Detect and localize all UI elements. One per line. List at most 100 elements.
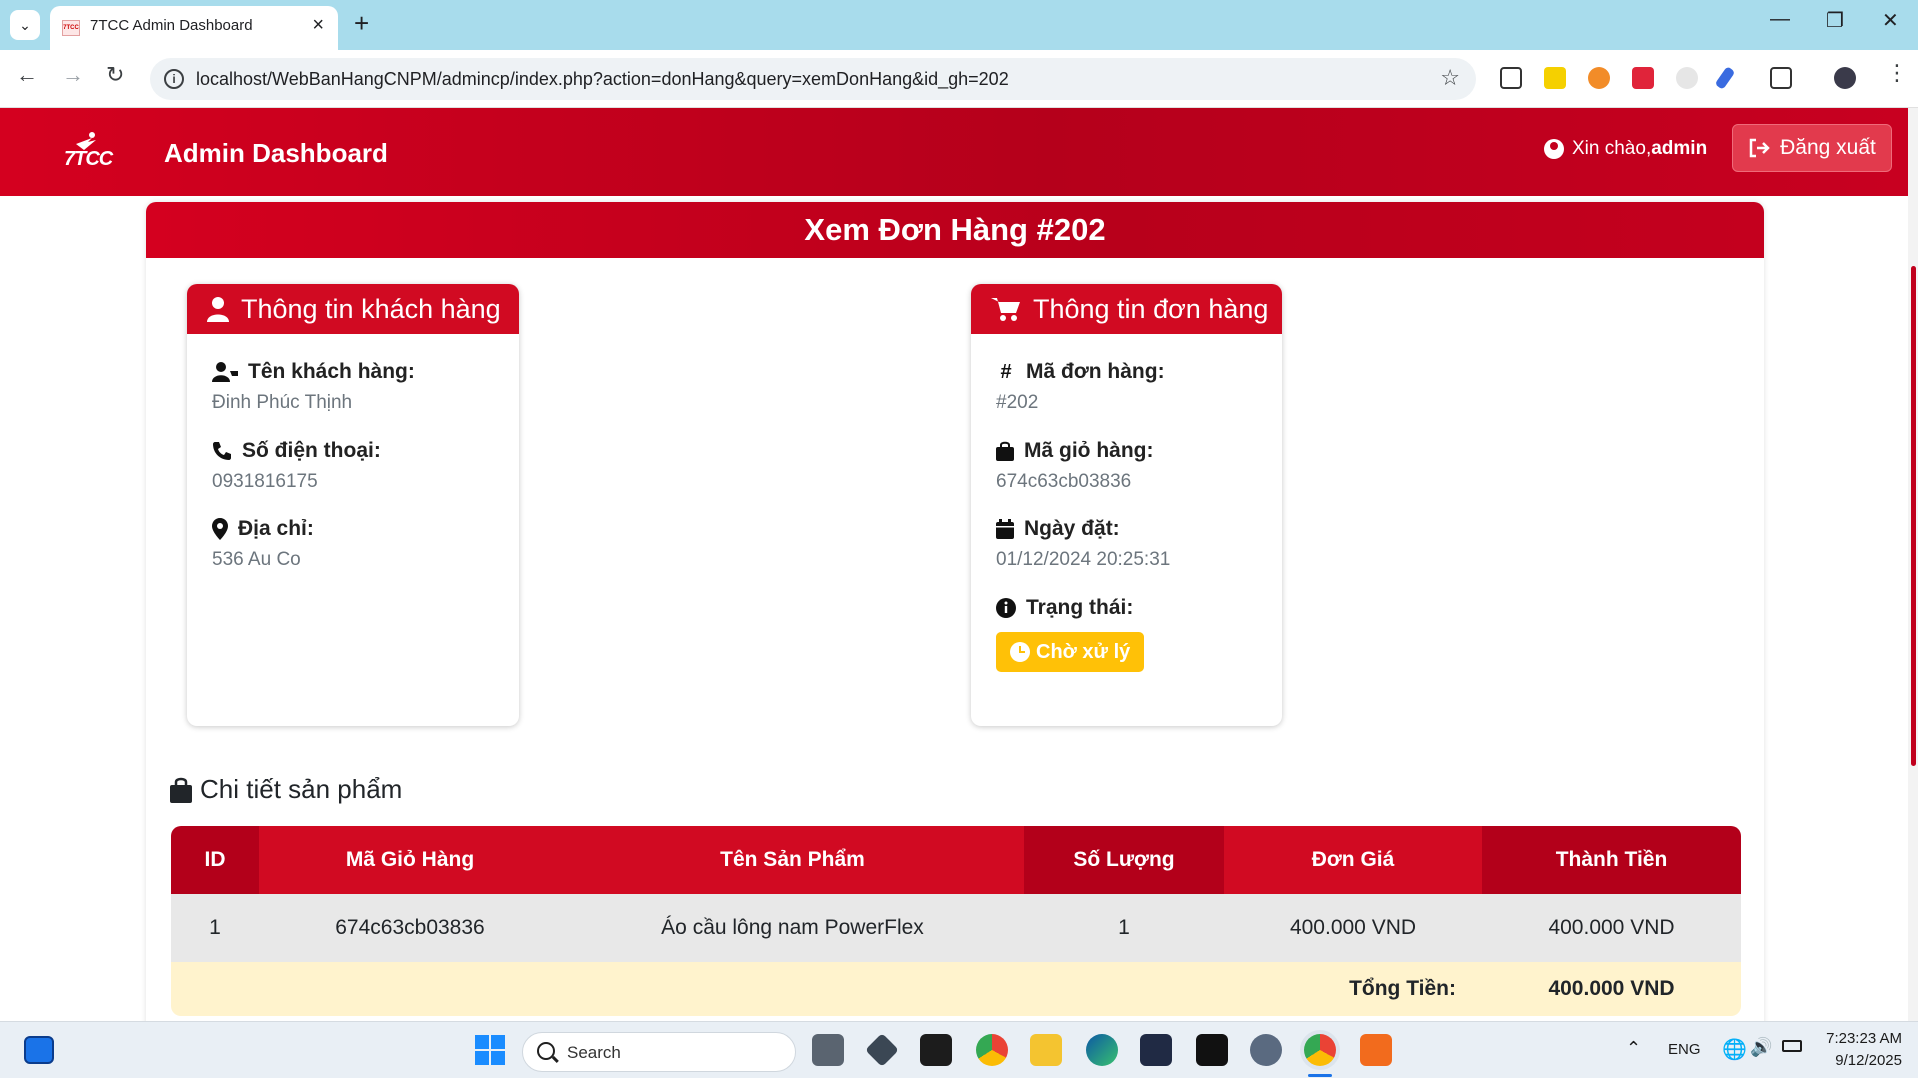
order-id-value: #202 [996, 392, 1039, 413]
windows-start-icon[interactable] [474, 1034, 506, 1066]
shopping-bag-icon [996, 441, 1014, 461]
devtools-app-icon[interactable] [865, 1033, 899, 1067]
metamask-extension-icon[interactable] [1588, 67, 1610, 89]
volume-icon[interactable]: 🔊 [1750, 1037, 1772, 1058]
wordpress-app-icon[interactable] [1140, 1034, 1172, 1066]
customer-name-field: Tên khách hàng: Đinh Phúc Thịnh [212, 360, 415, 414]
customer-name-label: Tên khách hàng: [248, 360, 415, 383]
table-header-row: ID Mã Giỏ Hàng Tên Sản Phẩm Số Lượng Đơn… [171, 826, 1741, 894]
customer-phone-field: Số điện thoại: 0931816175 [212, 439, 381, 493]
task-view-icon[interactable] [812, 1034, 844, 1066]
cell-subtotal: 400.000 VND [1482, 894, 1741, 962]
xampp-app-icon[interactable] [1360, 1034, 1392, 1066]
brand-logo-text: 7TCC [64, 148, 113, 170]
qr-extension-icon[interactable] [1500, 67, 1522, 89]
profile-avatar-icon[interactable] [1834, 67, 1856, 89]
browser-menu-icon[interactable]: ⋮ [1886, 60, 1908, 86]
chrome-app-icon[interactable] [976, 1034, 1008, 1066]
cell-quantity: 1 [1024, 894, 1224, 962]
customer-address-value: 536 Au Co [212, 549, 301, 570]
brand-title[interactable]: Admin Dashboard [164, 138, 388, 169]
widgets-icon[interactable] [24, 1036, 54, 1064]
user-greeting: Xin chào, admin [1544, 138, 1707, 160]
extensions-puzzle-icon[interactable] [1770, 67, 1792, 89]
edge-app-icon[interactable] [1086, 1034, 1118, 1066]
total-label: Tổng Tiền: [171, 962, 1482, 1016]
column-header-id[interactable]: ID [171, 826, 259, 894]
status-badge: Chờ xử lý [996, 632, 1145, 672]
chrome-active-app-icon[interactable] [1304, 1034, 1336, 1066]
logout-button[interactable]: Đăng xuất [1732, 124, 1892, 172]
tab-search-button[interactable]: ⌄ [10, 10, 40, 40]
browser-toolbar: ← → ↻ i localhost/WebBanHangCNPM/admincp… [0, 50, 1918, 108]
cell-id: 1 [171, 894, 259, 962]
hashtag-icon: # [1000, 361, 1012, 383]
app-header: 7TCC Admin Dashboard Xin chào, admin Đăng… [0, 108, 1908, 196]
order-cart-value: 674c63cb03836 [996, 471, 1132, 492]
restore-icon[interactable]: ❐ [1826, 8, 1844, 33]
network-globe-icon[interactable]: 🌐 [1722, 1037, 1747, 1062]
cursor-app-icon[interactable] [1196, 1034, 1228, 1066]
reload-icon[interactable]: ↻ [106, 62, 124, 88]
close-window-icon[interactable]: ✕ [1882, 8, 1899, 33]
customer-address-label: Địa chỉ: [238, 517, 314, 540]
cell-unit-price: 400.000 VND [1224, 894, 1482, 962]
battery-icon[interactable] [1782, 1040, 1802, 1052]
forward-icon[interactable]: → [62, 62, 84, 88]
order-info-card: Thông tin đơn hàng # Mã đơn hàng: #202 M… [971, 284, 1282, 726]
total-value: 400.000 VND [1482, 962, 1741, 1016]
cell-cart-code: 674c63cb03836 [259, 894, 561, 962]
file-explorer-icon[interactable] [1030, 1034, 1062, 1066]
new-tab-icon[interactable]: + [354, 8, 369, 39]
url-text[interactable]: localhost/WebBanHangCNPM/admincp/index.p… [196, 69, 1009, 90]
order-status-label: Trạng thái: [1026, 596, 1134, 619]
logout-label: Đăng xuất [1780, 136, 1876, 159]
order-date-label: Ngày đặt: [1024, 517, 1120, 540]
extension-pen-icon[interactable] [1714, 66, 1736, 90]
tray-overflow-chevron-icon[interactable]: ⌃ [1626, 1038, 1641, 1059]
terminal-app-icon[interactable] [920, 1034, 952, 1066]
back-icon[interactable]: ← [16, 62, 38, 88]
sign-out-icon [1749, 138, 1770, 158]
clock-date[interactable]: 9/12/2025 [1818, 1052, 1902, 1069]
taskbar-search-placeholder: Search [567, 1043, 621, 1062]
extension-s-icon[interactable] [1544, 67, 1566, 89]
chevron-down-icon: ⌄ [19, 16, 31, 33]
customer-phone-label: Số điện thoại: [242, 439, 381, 462]
clock-icon [1010, 642, 1030, 662]
column-header-product-name[interactable]: Tên Sản Phẩm [561, 826, 1024, 894]
extension-lock-icon[interactable] [1632, 67, 1654, 89]
column-header-subtotal[interactable]: Thành Tiền [1482, 826, 1741, 894]
cell-product-name: Áo cầu lông nam PowerFlex [561, 894, 1024, 962]
browser-tab-active[interactable]: 7TCC 7TCC Admin Dashboard × [50, 6, 338, 50]
order-info-title: Thông tin đơn hàng [1033, 293, 1269, 324]
column-header-unit-price[interactable]: Đơn Giá [1224, 826, 1482, 894]
user-icon [207, 297, 229, 322]
order-id-label: Mã đơn hàng: [1026, 360, 1165, 383]
address-bar[interactable]: i localhost/WebBanHangCNPM/admincp/index… [150, 58, 1476, 100]
clock-time[interactable]: 7:23:23 AM [1818, 1030, 1902, 1047]
status-badge-text: Chờ xử lý [1036, 640, 1131, 663]
user-circle-icon [1544, 139, 1564, 159]
order-cart-label: Mã giỏ hàng: [1024, 439, 1154, 462]
calendar-icon [996, 519, 1014, 539]
minimize-icon[interactable]: — [1770, 8, 1790, 31]
column-header-quantity[interactable]: Số Lượng [1024, 826, 1224, 894]
table-row: 1 674c63cb03836 Áo cầu lông nam PowerFle… [171, 894, 1741, 962]
tab-title: 7TCC Admin Dashboard [90, 17, 253, 34]
order-detail-card: Xem Đơn Hàng #202 Thông tin khách hàng T… [146, 202, 1764, 1032]
extension-gear-icon[interactable] [1676, 67, 1698, 89]
page-scrollbar-thumb[interactable] [1911, 266, 1916, 766]
site-info-icon[interactable]: i [164, 69, 184, 89]
customer-name-value: Đinh Phúc Thịnh [212, 392, 353, 413]
language-indicator[interactable]: ENG [1668, 1041, 1701, 1058]
bookmark-star-icon[interactable]: ☆ [1440, 65, 1460, 91]
product-table: ID Mã Giỏ Hàng Tên Sản Phẩm Số Lượng Đơn… [171, 826, 1741, 1016]
search-icon [537, 1042, 555, 1060]
close-tab-icon[interactable]: × [312, 14, 324, 37]
info-circle-icon [996, 598, 1016, 618]
phone-icon [213, 442, 231, 460]
column-header-cart-code[interactable]: Mã Giỏ Hàng [259, 826, 561, 894]
settings-gear-icon[interactable] [1250, 1034, 1282, 1066]
taskbar-search-box[interactable]: Search [522, 1032, 796, 1072]
